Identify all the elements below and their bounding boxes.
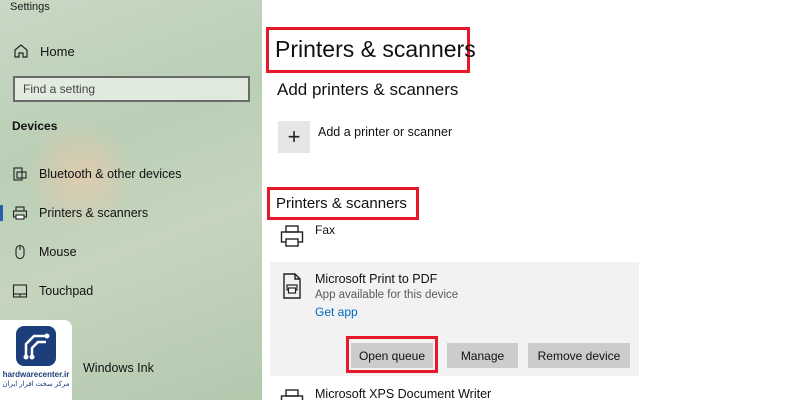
printer-icon	[278, 222, 306, 250]
sidebar-item-touchpad[interactable]: Touchpad	[0, 279, 262, 303]
printer-pdf-icon-wrap	[270, 272, 306, 300]
printer-item-xps[interactable]	[270, 386, 306, 400]
printer-item-fax[interactable]	[270, 222, 306, 250]
sidebar-item-label: Touchpad	[39, 284, 94, 298]
sidebar-item-label: Bluetooth & other devices	[39, 167, 182, 181]
watermark-brand: hardwarecenter.ir	[2, 370, 70, 379]
add-printer-label[interactable]: Add a printer or scanner	[318, 125, 452, 139]
search-placeholder: Find a setting	[23, 82, 96, 96]
sidebar-item-mouse[interactable]: Mouse	[0, 240, 262, 264]
printer-name: Microsoft XPS Document Writer	[315, 387, 492, 400]
open-queue-button[interactable]: Open queue	[351, 343, 433, 368]
add-section-title: Add printers & scanners	[277, 80, 459, 99]
printer-icon	[12, 205, 28, 221]
home-icon	[12, 42, 30, 60]
sidebar-item-label: Windows Ink	[83, 361, 154, 375]
printer-icon	[278, 386, 306, 400]
manage-button[interactable]: Manage	[447, 343, 518, 368]
page-title: Printers & scanners	[275, 36, 476, 62]
printer-name: Fax	[315, 223, 336, 237]
group-title: Devices	[12, 119, 58, 133]
list-section-title: Printers & scanners	[276, 195, 407, 212]
bluetooth-devices-icon	[12, 166, 28, 182]
sidebar-item-printers[interactable]: Printers & scanners	[0, 201, 262, 225]
pdf-printer-icon	[278, 272, 306, 300]
nav-home-label: Home	[40, 43, 75, 59]
watermark-subtitle: مرکز سخت افزار ایران	[2, 381, 70, 388]
get-app-link[interactable]: Get app	[315, 305, 358, 319]
circuit-logo-icon	[16, 326, 56, 366]
watermark-logo: hardwarecenter.ir مرکز سخت افزار ایران	[0, 320, 72, 400]
printer-name: Microsoft Print to PDF	[315, 272, 438, 286]
printer-status: App available for this device	[315, 289, 459, 301]
sidebar-item-bluetooth[interactable]: Bluetooth & other devices	[0, 162, 262, 186]
add-printer-button[interactable]: +	[278, 121, 310, 153]
mouse-icon	[12, 244, 28, 260]
touchpad-icon	[12, 283, 28, 299]
app-title: Settings	[10, 1, 50, 13]
search-input[interactable]: Find a setting	[13, 76, 250, 102]
sidebar-item-label: Printers & scanners	[39, 206, 149, 220]
plus-icon: +	[287, 124, 301, 149]
remove-device-button[interactable]: Remove device	[528, 343, 630, 368]
nav-home[interactable]: Home	[12, 42, 75, 60]
sidebar-item-label: Mouse	[39, 245, 77, 259]
